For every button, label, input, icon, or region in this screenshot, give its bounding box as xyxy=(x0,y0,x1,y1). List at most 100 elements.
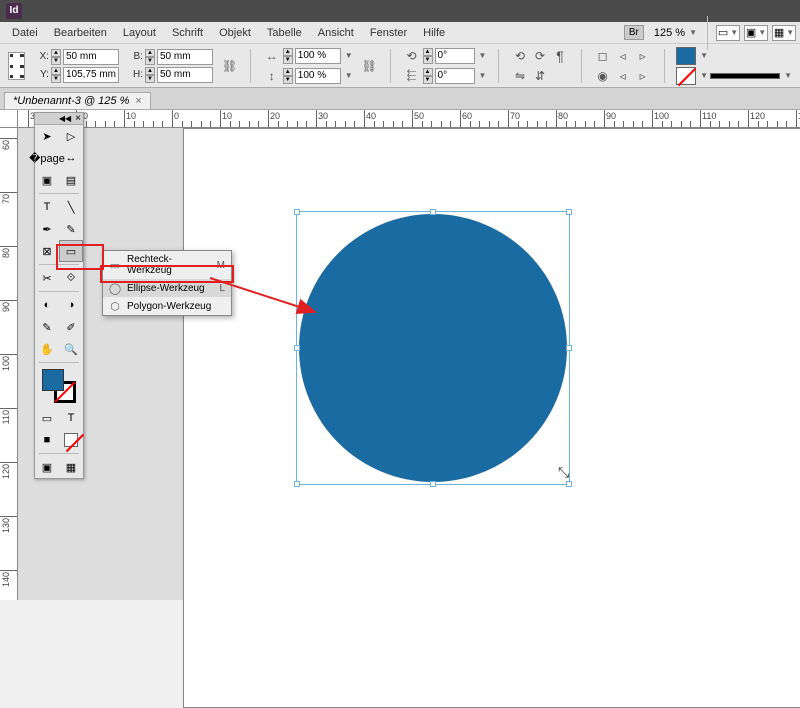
menu-schrift[interactable]: Schrift xyxy=(164,27,211,39)
menu-hilfe[interactable]: Hilfe xyxy=(415,27,453,39)
scale-x-icon: ↔ xyxy=(263,47,281,65)
flyout-item-shortcut: L xyxy=(219,283,225,294)
select-content-icon[interactable]: ◉ xyxy=(594,67,612,85)
control-bar: X:▲▼ Y:▲▼ B:▲▼ H:▲▼ ⛓ ↔▲▼▼ ↕▲▼▼ ⛓ ⟲▲▼▼ ⬱… xyxy=(0,44,800,88)
menu-ansicht[interactable]: Ansicht xyxy=(310,27,362,39)
hand-tool-icon[interactable]: ✋ xyxy=(35,338,59,360)
ruler-horizontal[interactable]: 3020100102030405060708090100110120130 xyxy=(18,110,800,128)
view-mode-preview-icon[interactable]: ▦ xyxy=(59,456,83,478)
menu-bearbeiten[interactable]: Bearbeiten xyxy=(46,27,115,39)
selection-tool-icon[interactable]: ➤ xyxy=(35,125,59,147)
content-placer-icon[interactable]: ▤ xyxy=(59,169,83,191)
canvas[interactable]: ⤡ xyxy=(18,128,800,600)
flyout-polygon[interactable]: ⬡ Polygon-Werkzeug xyxy=(103,297,231,315)
formatting-container-icon[interactable]: ▭ xyxy=(35,407,59,429)
select-next-icon[interactable]: ▹ xyxy=(634,47,652,65)
cursor-icon: ⤡ xyxy=(558,464,569,481)
select-prev2-icon[interactable]: ◃ xyxy=(614,67,632,85)
free-transform-icon[interactable]: ⟐ xyxy=(59,267,83,289)
view-mode-normal-icon[interactable]: ▣ xyxy=(35,456,59,478)
flip-h-icon[interactable]: ⇋ xyxy=(511,67,529,85)
app-icon: Id xyxy=(6,3,22,19)
apply-none-icon[interactable] xyxy=(59,429,83,451)
menu-layout[interactable]: Layout xyxy=(115,27,164,39)
width-field[interactable] xyxy=(157,49,213,65)
select-next2-icon[interactable]: ▹ xyxy=(634,67,652,85)
gradient-feather-icon[interactable]: ◑ xyxy=(59,294,83,316)
rotate-ccw-icon[interactable]: ⟲ xyxy=(511,47,529,65)
flyout-item-label: Polygon-Werkzeug xyxy=(127,301,219,312)
resize-handle[interactable] xyxy=(566,345,572,351)
document-tab[interactable]: *Unbenannt-3 @ 125 % × xyxy=(4,92,151,109)
select-container-icon[interactable]: ◻ xyxy=(594,47,612,65)
menu-objekt[interactable]: Objekt xyxy=(211,27,259,39)
flyout-rectangle[interactable]: ▭ Rechteck-Werkzeug M xyxy=(103,251,231,279)
resize-handle[interactable] xyxy=(294,209,300,215)
line-tool-icon[interactable]: ╲ xyxy=(59,196,83,218)
stroke-none-swatch[interactable] xyxy=(676,67,696,85)
resize-handle[interactable] xyxy=(294,345,300,351)
stroke-style-bar[interactable] xyxy=(710,73,780,79)
page-tool-icon[interactable]: �page xyxy=(35,147,59,169)
height-field[interactable] xyxy=(157,67,213,83)
view-mode-icon-2[interactable]: ▣▼ xyxy=(744,25,768,41)
zoom-value: 125 % xyxy=(654,27,685,39)
fill-swatch[interactable] xyxy=(42,369,64,391)
menu-datei[interactable]: Datei xyxy=(4,27,46,39)
resize-handle[interactable] xyxy=(430,481,436,487)
scale-x-field[interactable] xyxy=(295,48,341,64)
scissors-tool-icon[interactable]: ✂ xyxy=(35,267,59,289)
x-field[interactable] xyxy=(63,49,119,65)
apply-color-icon[interactable]: ■ xyxy=(35,429,59,451)
resize-handle[interactable] xyxy=(566,209,572,215)
ruler-corner[interactable] xyxy=(0,110,18,128)
tools-panel: ◀◀ × ➤ ▷ �page ↔ ▣ ▤ T ╲ ✒ ✎ ⊠ ▭ ✂ ⟐ xyxy=(34,112,84,479)
zoom-level[interactable]: 125 % ▼ xyxy=(654,27,697,39)
view-mode-icon-3[interactable]: ▦▼ xyxy=(772,25,796,41)
rotate-cw-icon[interactable]: ⟳ xyxy=(531,47,549,65)
flyout-item-label: Rechteck-Werkzeug xyxy=(127,254,211,276)
tools-panel-header[interactable]: ◀◀ × xyxy=(35,113,83,125)
gap-tool-icon[interactable]: ↔ xyxy=(59,147,83,169)
paragraph-icon[interactable]: ¶ xyxy=(551,47,569,65)
link-wh-icon[interactable]: ⛓ xyxy=(221,57,238,75)
collapse-icon[interactable]: ◀◀ xyxy=(59,114,71,123)
menubar: Datei Bearbeiten Layout Schrift Objekt T… xyxy=(0,22,800,44)
formatting-text-icon[interactable]: T xyxy=(59,407,83,429)
zoom-tool-icon[interactable]: 🔍 xyxy=(59,338,83,360)
resize-handle[interactable] xyxy=(566,481,572,487)
bridge-badge[interactable]: Br xyxy=(624,25,644,40)
select-prev-icon[interactable]: ◃ xyxy=(614,47,632,65)
note-tool-icon[interactable]: ✎ xyxy=(35,316,59,338)
eyedropper-tool-icon[interactable]: ✐ xyxy=(59,316,83,338)
view-mode-icon-1[interactable]: ▭▼ xyxy=(716,25,740,41)
resize-handle[interactable] xyxy=(430,209,436,215)
x-label: X: xyxy=(33,51,49,62)
selection-frame xyxy=(296,211,570,485)
gradient-swatch-icon[interactable]: ◐ xyxy=(35,294,59,316)
y-field[interactable] xyxy=(63,67,119,83)
type-tool-icon[interactable]: T xyxy=(35,196,59,218)
menu-tabelle[interactable]: Tabelle xyxy=(259,27,310,39)
direct-selection-tool-icon[interactable]: ▷ xyxy=(59,125,83,147)
pencil-tool-icon[interactable]: ✎ xyxy=(59,218,83,240)
ruler-vertical[interactable]: 60708090100110120130140 xyxy=(0,128,18,600)
fill-color-swatch[interactable] xyxy=(676,47,696,65)
flip-v-icon[interactable]: ⇵ xyxy=(531,67,549,85)
menu-fenster[interactable]: Fenster xyxy=(362,27,415,39)
pen-tool-icon[interactable]: ✒ xyxy=(35,218,59,240)
content-collector-icon[interactable]: ▣ xyxy=(35,169,59,191)
close-icon[interactable]: × xyxy=(75,113,81,124)
rotate-field[interactable] xyxy=(435,48,475,64)
document-tab-bar: *Unbenannt-3 @ 125 % × xyxy=(0,88,800,110)
flyout-ellipse[interactable]: ◯ Ellipse-Werkzeug L xyxy=(103,279,231,297)
scale-y-field[interactable] xyxy=(295,68,341,84)
reference-point-widget[interactable] xyxy=(8,52,25,80)
link-scale-icon[interactable]: ⛓ xyxy=(361,57,378,75)
rectangle-tool-icon[interactable]: ▭ xyxy=(59,240,83,262)
resize-handle[interactable] xyxy=(294,481,300,487)
shear-field[interactable] xyxy=(435,68,475,84)
close-icon[interactable]: × xyxy=(135,95,141,107)
fill-stroke-widget[interactable] xyxy=(42,369,76,403)
frame-tool-icon[interactable]: ⊠ xyxy=(35,240,59,262)
